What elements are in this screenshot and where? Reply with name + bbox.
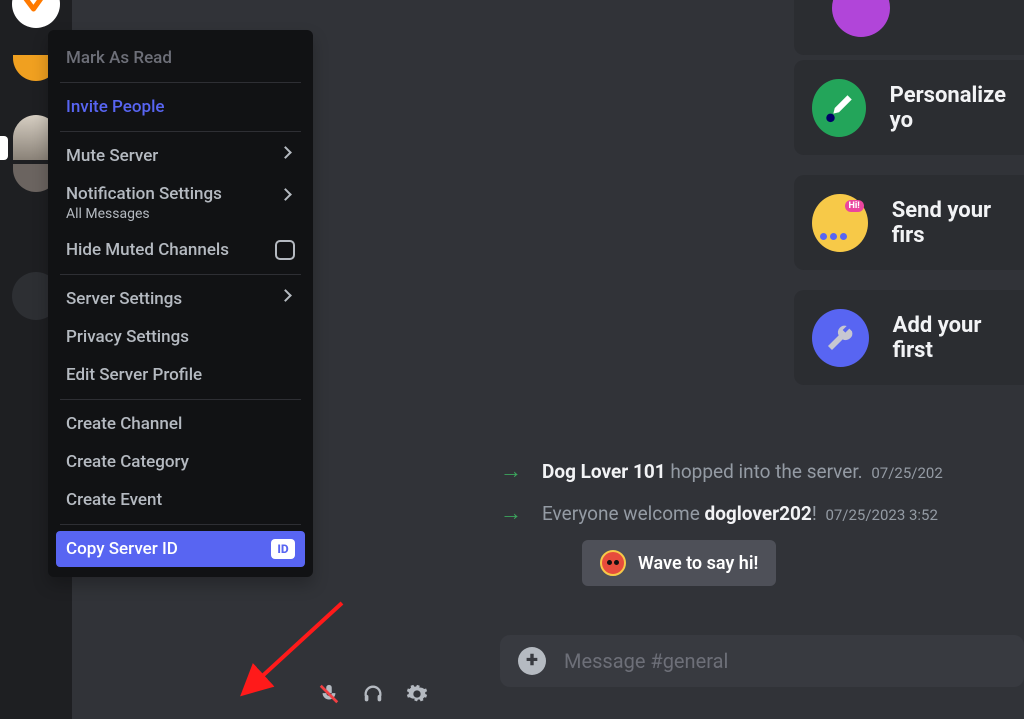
headphones-icon[interactable] [362,683,384,705]
paint-icon [832,0,890,37]
chevron-right-icon [279,291,295,307]
menu-hide-muted-channels[interactable]: Hide Muted Channels [56,232,305,268]
join-message-row[interactable]: → Dog Lover 101 hopped into the server. … [480,450,1024,492]
menu-separator [60,131,301,132]
menu-create-category[interactable]: Create Category [56,444,305,480]
checkbox-icon[interactable] [275,240,295,260]
menu-edit-server-profile[interactable]: Edit Server Profile [56,357,305,393]
menu-label: Copy Server ID [66,539,178,559]
gear-icon[interactable] [406,683,428,705]
menu-separator [60,274,301,275]
menu-label: Create Event [66,490,162,510]
compose-box[interactable]: + Message #general [500,635,1024,687]
menu-label: Privacy Settings [66,327,189,347]
check-icon [21,0,51,19]
id-icon: ID [271,539,295,559]
menu-label: Invite People [66,97,165,117]
menu-sublabel: All Messages [66,206,222,222]
menu-label: Mute Server [66,146,158,166]
welcome-message: Everyone welcome doglover202! 07/25/2023… [542,502,938,525]
chevron-right-icon [279,148,295,164]
brush-icon [812,79,866,137]
menu-separator [60,524,301,525]
card-label: Send your firs [892,198,1024,248]
menu-label: Create Channel [66,414,182,434]
menu-label: Mark As Read [66,48,172,68]
join-message: Dog Lover 101 hopped into the server. 07… [542,460,943,483]
robot-emoji-icon [600,550,626,576]
join-arrow-icon: → [500,458,522,484]
timestamp: 07/25/2023 3:52 [825,506,937,524]
username[interactable]: Dog Lover 101 [542,460,666,483]
menu-server-settings[interactable]: Server Settings [56,281,305,317]
menu-create-event[interactable]: Create Event [56,482,305,518]
server-icon-1[interactable] [12,0,60,28]
menu-label-group: Notification Settings All Messages [66,184,222,222]
compose-placeholder: Message #general [564,649,728,673]
join-arrow-icon: → [500,500,522,526]
menu-create-channel[interactable]: Create Channel [56,406,305,442]
menu-label: Notification Settings [66,184,222,204]
onboard-card-top[interactable] [794,0,1024,55]
server-context-menu: Mark As Read Invite People Mute Server N… [48,30,313,577]
join-text: hopped into the server. [666,460,863,483]
menu-separator [60,399,301,400]
menu-label: Hide Muted Channels [66,240,229,260]
menu-privacy-settings[interactable]: Privacy Settings [56,319,305,355]
onboard-personalize[interactable]: Personalize yo [794,60,1024,155]
menu-label: Edit Server Profile [66,365,202,385]
menu-label: Create Category [66,452,189,472]
wrench-icon [812,309,869,367]
message-icon: Hi! [812,194,868,252]
chat-area: → Dog Lover 101 hopped into the server. … [480,450,1024,586]
welcome-prefix: Everyone welcome [542,502,705,525]
message-composer: + Message #general [480,635,1024,687]
wave-button[interactable]: Wave to say hi! [582,540,776,586]
username[interactable]: doglover202 [705,502,812,525]
menu-mark-as-read[interactable]: Mark As Read [56,40,305,76]
server-pill [0,136,8,160]
card-label: Add your first [893,313,1024,363]
mic-muted-icon[interactable] [318,683,340,705]
attach-plus-icon[interactable]: + [518,647,546,675]
menu-mute-server[interactable]: Mute Server [56,138,305,174]
welcome-suffix: ! [812,502,817,525]
chevron-right-icon [279,190,295,206]
card-label: Personalize yo [890,83,1024,133]
menu-separator [60,82,301,83]
onboard-first-app[interactable]: Add your first [794,290,1024,385]
user-controls [318,683,428,705]
onboard-first-message[interactable]: Hi! Send your firs [794,175,1024,270]
welcome-message-row[interactable]: → Everyone welcome doglover202! 07/25/20… [480,492,1024,534]
wave-label: Wave to say hi! [638,553,758,574]
menu-notification-settings[interactable]: Notification Settings All Messages [56,176,305,230]
menu-label: Server Settings [66,289,182,309]
timestamp: 07/25/202 [871,464,942,482]
menu-copy-server-id[interactable]: Copy Server ID ID [56,531,305,567]
menu-invite-people[interactable]: Invite People [56,89,305,125]
